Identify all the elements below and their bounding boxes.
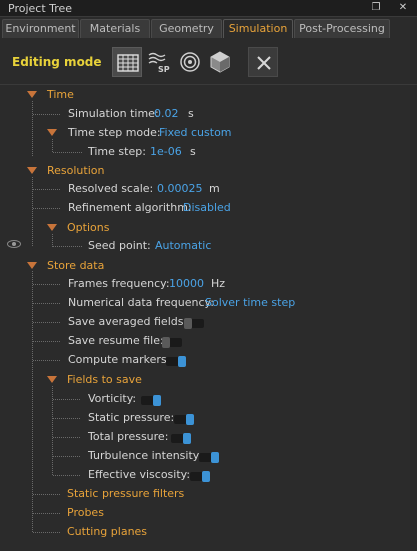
target-icon[interactable] [175, 47, 205, 77]
toolbar: Editing mode SP [0, 39, 417, 83]
collapse-arrow-icon[interactable] [27, 262, 37, 269]
tree-item-probes[interactable]: Probes [67, 504, 104, 522]
collapse-arrow-icon[interactable] [47, 376, 57, 383]
tree-section-resolution[interactable]: Resolution [47, 162, 104, 180]
save-averaged-fields-label: Save averaged fields: [68, 315, 188, 328]
refinement-algorithm-value[interactable]: Disabled [183, 199, 231, 217]
tree-section-store-data[interactable]: Store data [47, 257, 104, 275]
simulation-time-label: Simulation time: [68, 107, 159, 120]
close-editing-button[interactable] [248, 47, 278, 77]
tree-line [53, 152, 83, 153]
tree-line [53, 456, 81, 457]
close-icon [257, 56, 271, 70]
tree-line [52, 139, 53, 153]
effective-viscosity-toggle[interactable] [190, 471, 210, 482]
toolbar-divider [0, 84, 417, 85]
static-pressure-toggle[interactable] [174, 414, 194, 425]
turbulence-intensity-label: Turbulence intensity: [88, 449, 203, 462]
frames-frequency-label: Frames frequency: [68, 277, 170, 290]
tab-geometry[interactable]: Geometry [151, 19, 222, 38]
resolved-scale-value[interactable]: 0.00025 [157, 180, 203, 198]
total-pressure-toggle[interactable] [171, 433, 191, 444]
close-icon[interactable]: ✕ [396, 1, 410, 15]
static-pressure-label: Static pressure: [88, 411, 175, 424]
svg-text:SP: SP [158, 65, 170, 74]
time-step-mode-value[interactable]: Fixed custom [159, 124, 232, 142]
tree-line [53, 246, 83, 247]
tree-line [33, 360, 61, 361]
effective-viscosity-label: Effective viscosity: [88, 468, 191, 481]
title-bar: Project Tree ❐ ✕ [0, 0, 417, 17]
tree-line [33, 513, 61, 514]
simulation-time-unit: s [188, 107, 194, 120]
window-title: Project Tree [8, 2, 73, 15]
tree-line [33, 114, 61, 115]
tree-line [33, 494, 61, 495]
save-averaged-fields-toggle[interactable] [184, 318, 204, 329]
tab-environment[interactable]: Environment [2, 19, 79, 38]
frames-frequency-unit: Hz [211, 277, 226, 290]
tree-line [33, 322, 61, 323]
tab-materials[interactable]: Materials [80, 19, 150, 38]
tree-line [53, 399, 81, 400]
tab-simulation[interactable]: Simulation [223, 19, 293, 38]
tree-section-time[interactable]: Time [47, 86, 74, 104]
numerical-data-frequency-value[interactable]: Solver time step [205, 294, 295, 312]
tree-line [53, 418, 81, 419]
tab-bar: Environment Materials Geometry Simulatio… [0, 19, 417, 38]
restore-window-icon[interactable]: ❐ [369, 1, 383, 15]
tab-post-processing[interactable]: Post-Processing [294, 19, 390, 38]
eye-icon[interactable] [7, 240, 21, 248]
tree-item-static-pressure-filters[interactable]: Static pressure filters [67, 485, 184, 503]
turbulence-intensity-toggle[interactable] [199, 452, 219, 463]
total-pressure-label: Total pressure: [88, 430, 169, 443]
vorticity-label: Vorticity: [88, 392, 137, 405]
collapse-arrow-icon[interactable] [27, 91, 37, 98]
cube-icon[interactable] [205, 47, 235, 77]
tree-line [33, 284, 61, 285]
time-step-mode-label: Time step mode: [68, 126, 161, 139]
seed-point-value[interactable]: Automatic [155, 237, 211, 255]
tree-line [33, 189, 61, 190]
sp-solver-icon[interactable]: SP [144, 47, 174, 77]
time-step-label: Time step: [88, 145, 146, 158]
refinement-algorithm-label: Refinement algorithm: [68, 201, 192, 214]
collapse-arrow-icon[interactable] [47, 129, 57, 136]
editing-mode-label: Editing mode [12, 55, 102, 69]
scrollbar[interactable] [411, 85, 417, 551]
resolved-scale-label: Resolved scale: [68, 182, 154, 195]
tree-line [33, 341, 61, 342]
collapse-arrow-icon[interactable] [47, 224, 57, 231]
compute-markers-toggle[interactable] [166, 356, 186, 367]
tree-line [33, 532, 61, 533]
vorticity-toggle[interactable] [141, 395, 161, 406]
numerical-data-frequency-label: Numerical data frequency: [68, 296, 214, 309]
simulation-time-row: Simulation time: [68, 105, 159, 123]
simulation-time-value[interactable]: 0.02 [154, 105, 179, 123]
mesh-grid-icon[interactable] [112, 47, 142, 77]
tree-section-fields-to-save[interactable]: Fields to save [67, 371, 142, 389]
tree-line [32, 177, 33, 247]
frames-frequency-value[interactable]: 10000 [169, 275, 204, 293]
time-step-unit: s [190, 145, 196, 158]
compute-markers-label: Compute markers: [68, 353, 171, 366]
tree-line [53, 475, 81, 476]
seed-point-label: Seed point: [88, 239, 151, 252]
tree-line [33, 303, 61, 304]
tree-line [33, 208, 61, 209]
collapse-arrow-icon[interactable] [27, 167, 37, 174]
time-step-value[interactable]: 1e-06 [150, 143, 182, 161]
tree-line [53, 437, 81, 438]
resolved-scale-unit: m [209, 182, 220, 195]
tree-section-options[interactable]: Options [67, 219, 109, 237]
tree-item-cutting-planes[interactable]: Cutting planes [67, 523, 147, 541]
save-resume-file-toggle[interactable] [162, 337, 182, 348]
tree-line [32, 101, 33, 156]
save-resume-file-label: Save resume file: [68, 334, 164, 347]
